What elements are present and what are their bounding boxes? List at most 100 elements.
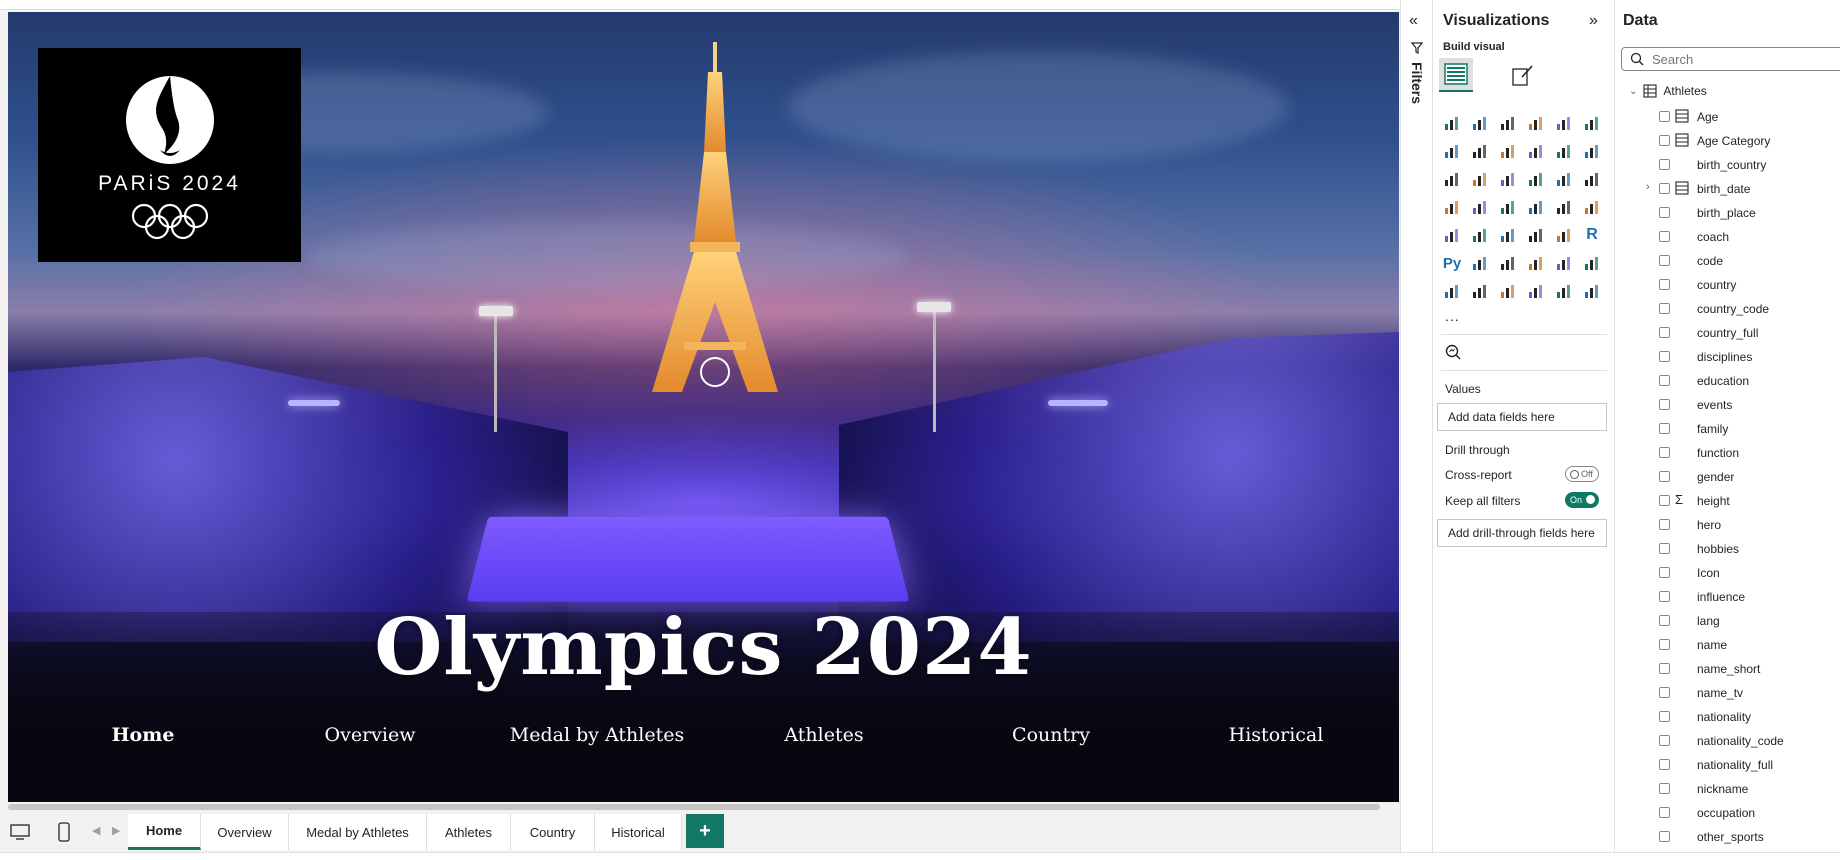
azure-map-icon[interactable] bbox=[1525, 196, 1547, 218]
tab-overview[interactable]: Overview bbox=[201, 814, 289, 850]
funnel-icon[interactable] bbox=[1497, 168, 1519, 190]
waterfall-icon[interactable] bbox=[1469, 168, 1491, 190]
field-checkbox[interactable] bbox=[1659, 567, 1670, 578]
tab-historical[interactable]: Historical bbox=[595, 814, 682, 850]
nav-historical-button[interactable]: Historical bbox=[1229, 724, 1324, 746]
field-row[interactable]: nationality_code bbox=[1615, 730, 1840, 750]
paginated-report-icon[interactable] bbox=[1441, 280, 1463, 302]
search-input[interactable] bbox=[1652, 51, 1832, 67]
collapse-left-icon[interactable]: « bbox=[1409, 12, 1418, 30]
r-visual-icon[interactable]: R bbox=[1581, 224, 1603, 246]
field-row[interactable]: birth_place bbox=[1615, 202, 1840, 222]
field-checkbox[interactable] bbox=[1659, 735, 1670, 746]
field-row[interactable]: code bbox=[1615, 250, 1840, 270]
desktop-view-icon[interactable] bbox=[6, 818, 34, 846]
field-row[interactable]: country_full bbox=[1615, 322, 1840, 342]
more-visuals-button[interactable]: ... bbox=[1445, 308, 1460, 324]
next-page-arrow-icon[interactable]: ▶ bbox=[112, 824, 120, 837]
nav-overview-button[interactable]: Overview bbox=[325, 724, 416, 746]
filters-label[interactable]: Filters bbox=[1409, 62, 1425, 104]
matrix-icon[interactable] bbox=[1553, 224, 1575, 246]
field-checkbox[interactable] bbox=[1659, 135, 1670, 146]
field-checkbox[interactable] bbox=[1659, 543, 1670, 554]
field-row[interactable]: lang bbox=[1615, 610, 1840, 630]
key-influencers-icon[interactable] bbox=[1469, 252, 1491, 274]
field-row[interactable]: nickname bbox=[1615, 778, 1840, 798]
field-row[interactable]: country bbox=[1615, 274, 1840, 294]
field-checkbox[interactable] bbox=[1659, 327, 1670, 338]
metrics-icon[interactable] bbox=[1525, 280, 1547, 302]
field-checkbox[interactable] bbox=[1659, 639, 1670, 650]
report-canvas[interactable]: PARiS 2024 Olympics 2024 Home Overview M… bbox=[8, 12, 1399, 802]
field-row[interactable]: country_code bbox=[1615, 298, 1840, 318]
kpi-icon[interactable] bbox=[1469, 224, 1491, 246]
field-row[interactable]: Icon bbox=[1615, 562, 1840, 582]
field-checkbox[interactable] bbox=[1659, 303, 1670, 314]
chevron-visual-icon[interactable] bbox=[1581, 280, 1603, 302]
nav-medal-by-athletes-button[interactable]: Medal by Athletes bbox=[510, 724, 684, 746]
field-row[interactable]: disciplines bbox=[1615, 346, 1840, 366]
field-checkbox[interactable] bbox=[1659, 375, 1670, 386]
field-row[interactable]: family bbox=[1615, 418, 1840, 438]
field-checkbox[interactable] bbox=[1659, 255, 1670, 266]
clustered-bar-icon[interactable] bbox=[1497, 112, 1519, 134]
field-checkbox[interactable] bbox=[1659, 159, 1670, 170]
field-row[interactable]: name_tv bbox=[1615, 682, 1840, 702]
field-row[interactable]: birth_country bbox=[1615, 154, 1840, 174]
field-checkbox[interactable] bbox=[1659, 759, 1670, 770]
qa-icon[interactable] bbox=[1525, 252, 1547, 274]
field-checkbox[interactable] bbox=[1659, 183, 1670, 194]
clustered-column-icon[interactable] bbox=[1525, 112, 1547, 134]
tab-country[interactable]: Country bbox=[511, 814, 595, 850]
field-row[interactable]: education bbox=[1615, 370, 1840, 390]
field-checkbox[interactable] bbox=[1659, 615, 1670, 626]
keep-filters-toggle[interactable]: On bbox=[1565, 492, 1599, 508]
field-row[interactable]: Age bbox=[1615, 106, 1840, 126]
donut-chart-icon[interactable] bbox=[1581, 168, 1603, 190]
treemap-icon[interactable] bbox=[1441, 196, 1463, 218]
field-checkbox[interactable] bbox=[1659, 519, 1670, 530]
drill-through-dropzone[interactable]: Add drill-through fields here bbox=[1437, 519, 1607, 547]
field-row[interactable]: Age Category bbox=[1615, 130, 1840, 150]
line-clustered-column-icon[interactable] bbox=[1581, 140, 1603, 162]
python-visual-icon[interactable]: Py bbox=[1441, 252, 1463, 274]
card-icon[interactable] bbox=[1581, 196, 1603, 218]
field-row[interactable]: other_sports bbox=[1615, 826, 1840, 846]
chevron-right-icon[interactable]: › bbox=[1646, 181, 1650, 193]
field-row[interactable]: name bbox=[1615, 634, 1840, 654]
chevron-down-icon[interactable]: ⌄ bbox=[1629, 86, 1637, 97]
field-row[interactable]: › birth_date bbox=[1615, 178, 1840, 198]
prev-page-arrow-icon[interactable]: ◀ bbox=[92, 824, 100, 837]
trophy-icon[interactable] bbox=[1581, 252, 1603, 274]
field-row[interactable]: name_short bbox=[1615, 658, 1840, 678]
nav-home-button[interactable]: Home bbox=[112, 724, 175, 746]
expand-right-icon[interactable]: » bbox=[1589, 12, 1598, 30]
stacked-bar-icon[interactable] bbox=[1441, 112, 1463, 134]
filled-map-icon[interactable] bbox=[1497, 196, 1519, 218]
field-checkbox[interactable] bbox=[1659, 591, 1670, 602]
field-row[interactable]: influence bbox=[1615, 586, 1840, 606]
stacked-area-icon[interactable] bbox=[1497, 140, 1519, 162]
multi-row-card-icon[interactable] bbox=[1441, 224, 1463, 246]
table-node-athletes[interactable]: ⌄ Athletes bbox=[1629, 84, 1707, 98]
filters-pane-collapsed[interactable]: « Filters bbox=[1400, 0, 1432, 852]
nav-athletes-button[interactable]: Athletes bbox=[784, 724, 863, 746]
add-page-button[interactable]: + bbox=[686, 814, 724, 848]
tab-athletes[interactable]: Athletes bbox=[427, 814, 511, 850]
horizontal-scrollbar[interactable] bbox=[8, 804, 1380, 810]
field-row[interactable]: nationality_full bbox=[1615, 754, 1840, 774]
analytics-magnifier-icon[interactable] bbox=[1445, 344, 1461, 360]
field-checkbox[interactable] bbox=[1659, 663, 1670, 674]
stacked-column-icon[interactable] bbox=[1469, 112, 1491, 134]
field-row[interactable]: occupation bbox=[1615, 802, 1840, 822]
field-checkbox[interactable] bbox=[1659, 471, 1670, 482]
table-visual-icon[interactable] bbox=[1525, 224, 1547, 246]
field-row[interactable]: nationality bbox=[1615, 706, 1840, 726]
values-dropzone[interactable]: Add data fields here bbox=[1437, 403, 1607, 431]
build-visual-button[interactable] bbox=[1439, 58, 1473, 92]
field-row[interactable]: hobbies bbox=[1615, 538, 1840, 558]
line-column-icon[interactable] bbox=[1553, 140, 1575, 162]
decomposition-tree-icon[interactable] bbox=[1497, 252, 1519, 274]
slicer-icon[interactable] bbox=[1497, 224, 1519, 246]
field-checkbox[interactable] bbox=[1659, 279, 1670, 290]
